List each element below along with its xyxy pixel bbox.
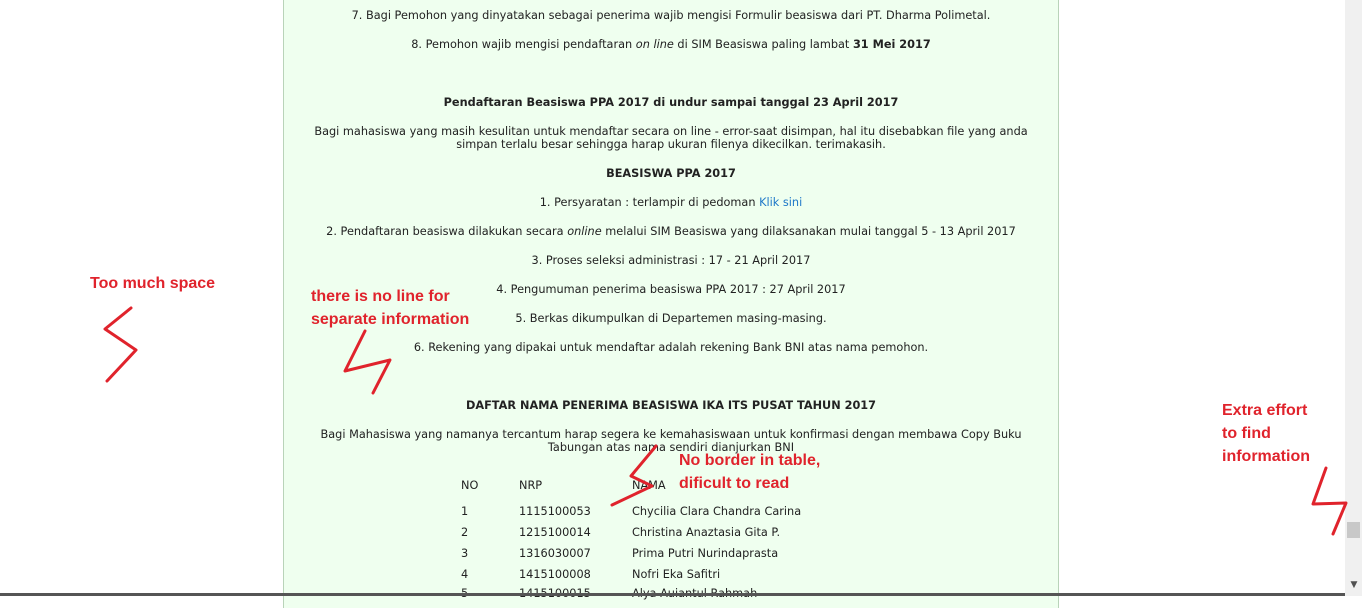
annotation-extra-1: Extra effort	[1222, 402, 1308, 419]
cell-nama: Chycilia Clara Chandra Carina	[632, 505, 802, 518]
cell-no: 1	[461, 505, 469, 518]
ppa-item-6: 6. Rekening yang dipakai untuk mendaftar…	[413, 341, 929, 354]
cell-nama: Prima Putri Nurindaprasta	[632, 547, 779, 560]
cell-nrp: 1115100053	[519, 505, 591, 518]
ppa-extension-heading: Pendaftaran Beasiswa PPA 2017 di undur s…	[443, 96, 899, 109]
annotation-no-line: there is no line for separate informatio…	[311, 285, 469, 331]
scrollbar-thumb[interactable]	[1347, 522, 1360, 538]
cell-no: 2	[461, 526, 469, 539]
ppa-item-2: 2. Pendaftaran beasiswa dilakukan secara…	[284, 225, 1058, 238]
ppa-item-2-text-2: melalui SIM Beasiswa yang dilaksanakan m…	[601, 225, 1016, 238]
annotation-no-border: No border in table, dificult to read	[679, 449, 820, 495]
ppa-item-2-text-1: 2. Pendaftaran beasiswa dilakukan secara	[326, 225, 568, 238]
cell-nama: Christina Anaztasia Gita P.	[632, 526, 781, 539]
annotation-extra-2: to find	[1222, 425, 1271, 442]
item8-emphasis: on line	[635, 38, 674, 51]
cell-nama: Nofri Eka Safitri	[632, 568, 721, 581]
cell-nrp: 1316030007	[519, 547, 591, 560]
scribble-too-much-space	[103, 306, 138, 383]
header-no: NO	[461, 479, 479, 492]
item8-text-2: di SIM Beasiswa paling lambat	[673, 38, 853, 51]
ppa-item-1: 1. Persyaratan : terlampir di pedoman Kl…	[284, 196, 1058, 209]
ppa-item-3: 3. Proses seleksi administrasi : 17 - 21…	[531, 254, 811, 267]
annotation-no-line-2: separate information	[311, 311, 470, 328]
annotation-no-border-1: No border in table,	[679, 452, 821, 469]
ika-note: Bagi Mahasiswa yang namanya tercantum ha…	[320, 428, 1022, 454]
item8-deadline: 31 Mei 2017	[852, 38, 931, 51]
cell-nrp: 1215100014	[519, 526, 591, 539]
ika-heading: DAFTAR NAMA PENERIMA BEASISWA IKA ITS PU…	[465, 399, 877, 412]
ppa-item-2-emphasis: online	[567, 225, 602, 238]
header-nrp: NRP	[519, 479, 543, 492]
cell-nrp: 1415100008	[519, 568, 591, 581]
annotation-extra-3: information	[1222, 448, 1310, 465]
annotation-no-border-2: dificult to read	[679, 475, 790, 492]
scroll-down-arrow-icon[interactable]: ▼	[1348, 579, 1360, 591]
ppa-item-1-text: 1. Persyaratan : terlampir di pedoman	[539, 196, 760, 209]
ppa-extension-note: Bagi mahasiswa yang masih kesulitan untu…	[314, 125, 1028, 151]
ppa-heading: BEASISWA PPA 2017	[606, 167, 736, 180]
annotation-extra-effort: Extra effort to find information	[1222, 399, 1310, 468]
annotation-no-line-1: there is no line for	[311, 288, 450, 305]
scribble-extra-effort	[1311, 466, 1348, 536]
requirement-item-8: 8. Pemohon wajib mengisi pendaftaran on …	[284, 38, 1058, 51]
vertical-scrollbar[interactable]	[1345, 0, 1362, 596]
item8-text-1: 8. Pemohon wajib mengisi pendaftaran	[411, 38, 636, 51]
requirement-item-7: 7. Bagi Pemohon yang dinyatakan sebagai …	[351, 9, 991, 22]
guideline-link[interactable]: Klik sini	[759, 196, 802, 209]
header-nama: NAMA	[632, 479, 666, 492]
cell-no: 3	[461, 547, 469, 560]
annotation-too-much-space: Too much space	[90, 275, 216, 292]
cell-no: 4	[461, 568, 469, 581]
